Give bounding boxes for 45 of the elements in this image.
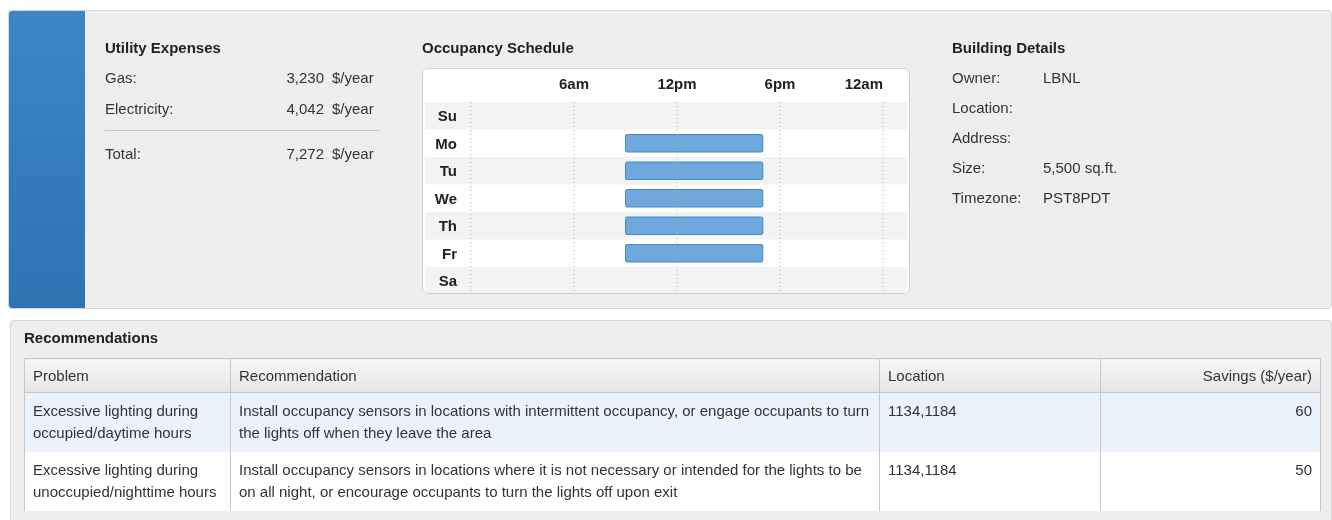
column-header[interactable]: Location — [879, 358, 1101, 393]
column-header[interactable]: Recommendation — [230, 358, 880, 393]
expense-unit: $/year — [332, 144, 375, 162]
recommendation-cell: Install occupancy sensors in locations with intermittent occupancy, or engage occupants to turn the lights off when they leave the area — [239, 402, 870, 441]
time-label: 12am — [844, 75, 883, 92]
recommendation-cell: Install occupancy sensors in locations where it is not necessary or intended for the lights to be on all night, or encourage occupants to turn the lights off upon exit — [239, 461, 862, 500]
expense-label: Total: — [105, 144, 142, 162]
expense-value: 3,230 — [285, 69, 325, 86]
expense-value: 4,042 — [285, 100, 325, 117]
problem-cell: Excessive lighting during occupied/daytime hours — [33, 402, 199, 441]
section-title: Recommendations — [24, 329, 160, 346]
detail-label: Location: — [952, 98, 1014, 116]
section-title: Building Details — [952, 39, 1067, 56]
detail-label: Timezone: — [952, 188, 1023, 206]
expense-label: Electricity: — [105, 100, 175, 117]
expense-value: 7,272 — [285, 144, 325, 162]
expense-unit: $/year — [332, 100, 375, 117]
time-label: 6am — [559, 75, 589, 92]
table-row[interactable] — [24, 452, 1321, 511]
day-label: Sa — [438, 272, 457, 289]
section-title: Occupancy Schedule — [422, 39, 575, 56]
detail-value: PST8PDT — [1043, 188, 1112, 206]
day-label: Mo — [435, 134, 457, 152]
location-cell: 1134,1184 — [888, 461, 957, 478]
detail-label: Owner: — [952, 68, 1002, 86]
day-label: We — [434, 189, 457, 207]
savings-cell: 50 — [1295, 461, 1312, 478]
location-cell: 1134,1184 — [888, 402, 957, 419]
problem-cell: Excessive lighting during unoccupied/nighttime hours — [33, 461, 217, 500]
detail-label: Address: — [952, 128, 1013, 146]
section-title: Utility Expenses — [105, 39, 222, 56]
expense-label: Gas: — [105, 69, 138, 86]
detail-value: 5,500 sq.ft. — [1043, 158, 1118, 176]
time-label: 12pm — [657, 75, 697, 92]
column-header[interactable]: Problem — [24, 358, 231, 393]
detail-label: Size: — [952, 158, 987, 176]
expense-unit: $/year — [332, 69, 375, 86]
detail-value: LBNL — [1043, 68, 1082, 86]
day-label: Su — [437, 107, 457, 124]
day-label: Fr — [442, 244, 457, 262]
day-label: Th — [438, 217, 457, 234]
savings-cell: 60 — [1295, 402, 1312, 419]
time-label: 6pm — [764, 75, 796, 92]
column-header[interactable]: Savings ($/year) — [1100, 358, 1321, 393]
day-label: Tu — [439, 162, 457, 179]
